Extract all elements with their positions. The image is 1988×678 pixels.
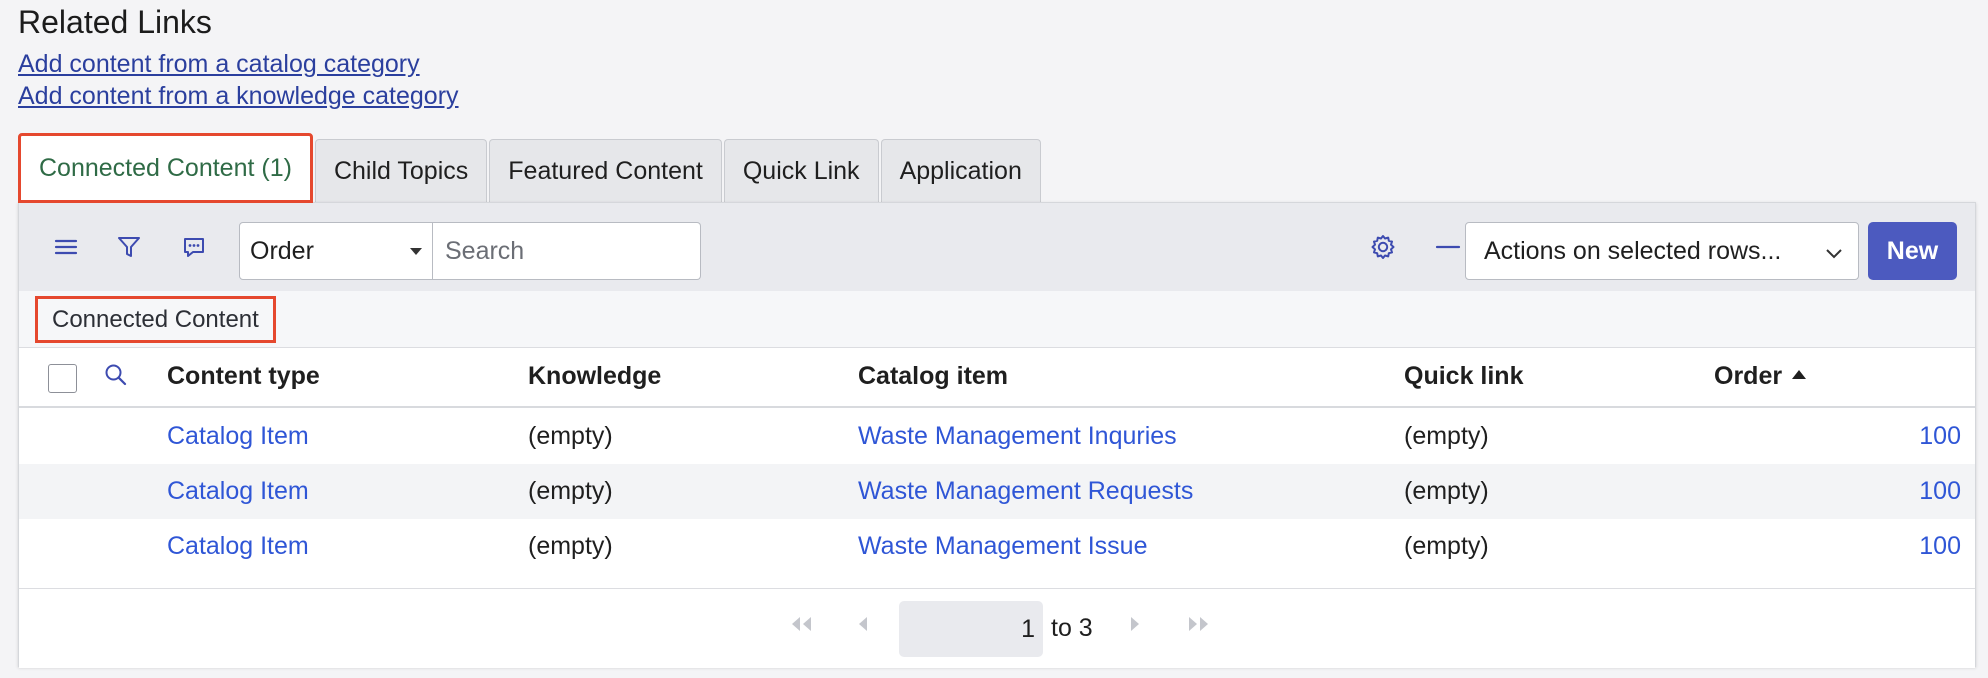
table-row: Catalog Item (empty) Waste Management In… xyxy=(19,409,1975,464)
tab-application[interactable]: Application xyxy=(880,139,1041,203)
content-type-link[interactable]: Catalog Item xyxy=(167,477,309,506)
order-link[interactable]: 100 xyxy=(1919,477,1961,506)
select-all-checkbox[interactable] xyxy=(48,364,77,393)
pagination-bar: 1 to 3 xyxy=(19,588,1975,668)
column-header-knowledge[interactable]: Knowledge xyxy=(528,362,661,391)
order-link[interactable]: 100 xyxy=(1919,532,1961,561)
order-link[interactable]: 100 xyxy=(1919,422,1961,451)
catalog-item-link[interactable]: Waste Management Issue xyxy=(858,532,1148,561)
column-search-icon[interactable] xyxy=(103,362,129,393)
content-type-link[interactable]: Catalog Item xyxy=(167,532,309,561)
hamburger-menu-icon[interactable] xyxy=(49,230,83,264)
page-total-label: to 3 xyxy=(1051,614,1093,642)
search-field-select-value: Order xyxy=(250,236,314,265)
catalog-item-link[interactable]: Waste Management Inquries xyxy=(858,422,1177,451)
next-page-icon[interactable] xyxy=(1127,615,1143,638)
breadcrumb-bar: Connected Content xyxy=(19,291,1975,348)
quick-link-cell: (empty) xyxy=(1404,422,1489,450)
first-page-icon[interactable] xyxy=(787,615,815,638)
last-page-icon[interactable] xyxy=(1185,615,1213,638)
tab-quick-link[interactable]: Quick Link xyxy=(723,139,879,203)
chevron-down-icon xyxy=(1824,241,1844,270)
sort-ascending-icon xyxy=(1792,369,1807,379)
tab-featured-content[interactable]: Featured Content xyxy=(489,139,722,203)
column-header-quick-link[interactable]: Quick link xyxy=(1404,362,1523,391)
previous-page-icon[interactable] xyxy=(855,615,871,638)
tab-connected-content[interactable]: Connected Content (1) xyxy=(18,133,313,203)
caret-down-icon xyxy=(410,248,422,255)
quick-link-cell: (empty) xyxy=(1404,477,1489,505)
table-header: Content type Knowledge Catalog item Quic… xyxy=(19,348,1975,408)
list-toolbar: Order Actions on selected rows... New xyxy=(19,203,1975,291)
column-header-order[interactable]: Order xyxy=(1714,362,1807,391)
gear-icon[interactable] xyxy=(1366,230,1400,264)
search-field-select[interactable]: Order xyxy=(239,222,433,280)
actions-select[interactable]: Actions on selected rows... xyxy=(1465,222,1859,280)
content-type-link[interactable]: Catalog Item xyxy=(167,422,309,451)
tab-bar: Connected Content (1) Child Topics Featu… xyxy=(18,133,1043,203)
knowledge-cell: (empty) xyxy=(528,532,613,560)
related-links-title: Related Links xyxy=(18,4,212,40)
activity-stream-icon[interactable] xyxy=(177,230,211,264)
column-header-catalog-item[interactable]: Catalog item xyxy=(858,362,1008,391)
tab-child-topics[interactable]: Child Topics xyxy=(314,139,488,203)
new-button[interactable]: New xyxy=(1868,222,1957,280)
quick-link-cell: (empty) xyxy=(1404,532,1489,560)
breadcrumb[interactable]: Connected Content xyxy=(35,296,276,343)
related-list-panel: Order Actions on selected rows... New Co… xyxy=(18,202,1976,668)
add-catalog-category-link[interactable]: Add content from a catalog category xyxy=(18,50,420,79)
add-knowledge-category-link[interactable]: Add content from a knowledge category xyxy=(18,82,459,111)
filter-icon[interactable] xyxy=(112,230,146,264)
page-number-input[interactable]: 1 xyxy=(899,601,1043,657)
column-header-order-label: Order xyxy=(1714,362,1783,390)
search-input[interactable] xyxy=(433,222,701,280)
actions-select-value: Actions on selected rows... xyxy=(1484,236,1782,265)
table-row: Catalog Item (empty) Waste Management Re… xyxy=(19,464,1975,519)
table-row: Catalog Item (empty) Waste Management Is… xyxy=(19,519,1975,574)
knowledge-cell: (empty) xyxy=(528,422,613,450)
column-header-content-type[interactable]: Content type xyxy=(167,362,320,391)
collapse-minus-icon[interactable] xyxy=(1431,230,1465,264)
knowledge-cell: (empty) xyxy=(528,477,613,505)
catalog-item-link[interactable]: Waste Management Requests xyxy=(858,477,1193,506)
